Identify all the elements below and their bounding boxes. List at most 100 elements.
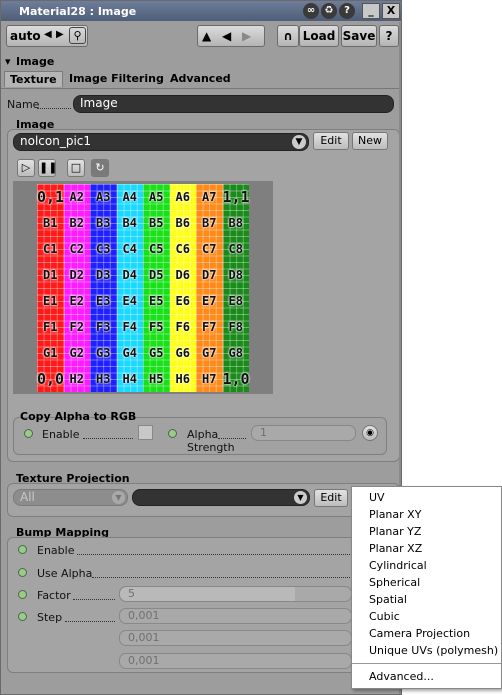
section-expand-icon[interactable]: ▾ (5, 55, 11, 68)
tab-image-filtering[interactable]: Image Filtering (69, 72, 164, 85)
step-slider-1[interactable]: 0,001 (119, 608, 352, 624)
pause-icon[interactable]: ❚❚ (38, 159, 57, 177)
connect-icon[interactable]: ◉ (362, 425, 378, 441)
texture-cell: E1 (37, 288, 64, 314)
menu-item-unique-uvs[interactable]: Unique UVs (polymesh) (369, 644, 498, 657)
dotted-leader (218, 438, 246, 439)
factor-indicator[interactable] (18, 590, 27, 599)
menu-item-camera-projection[interactable]: Camera Projection (369, 627, 470, 640)
image-new-button[interactable]: New (352, 132, 388, 150)
help-icon[interactable]: ? (379, 25, 399, 47)
texture-cell: C7 (196, 236, 223, 262)
menu-item-cubic[interactable]: Cubic (369, 610, 400, 623)
menu-item-uv[interactable]: UV (369, 491, 385, 504)
image-select-value: nolcon_pic1 (20, 134, 92, 148)
tab-advanced[interactable]: Advanced (170, 72, 231, 85)
auto-button[interactable]: auto (10, 29, 41, 43)
enable-indicator[interactable] (24, 429, 33, 438)
texture-cell: G8 (222, 340, 249, 366)
texture-cell: B8 (222, 210, 249, 236)
dotted-leader (77, 554, 352, 555)
texture-cell: E4 (116, 288, 143, 314)
texture-cell: A7 (196, 184, 223, 210)
recycle-icon[interactable]: ♻ (321, 3, 337, 19)
texture-cell: G7 (196, 340, 223, 366)
texture-cell: A3 (90, 184, 117, 210)
previous-arrow-icon[interactable]: ◀ (44, 29, 52, 40)
name-field[interactable]: Image (73, 95, 394, 113)
factor-label: Factor (37, 589, 71, 602)
dropdown-arrow-icon[interactable]: ▼ (292, 135, 306, 149)
texture-cell: E6 (169, 288, 196, 314)
play-icon[interactable]: ▷ (17, 159, 35, 177)
menu-item-spatial[interactable]: Spatial (369, 593, 407, 606)
texture-cell: C4 (116, 236, 143, 262)
texture-cell: D7 (196, 262, 223, 288)
use-alpha-indicator[interactable] (18, 568, 27, 577)
dotted-leader (37, 108, 71, 109)
factor-slider[interactable]: 5 (119, 586, 352, 602)
forward-arrow-icon[interactable]: ▶ (242, 29, 251, 43)
window-title: Material28 : Image (19, 5, 137, 18)
texture-cell: G3 (90, 340, 117, 366)
texture-cell: F5 (143, 314, 170, 340)
title-bar: Material28 : Image ∞ ♻ ? _ X (1, 1, 401, 21)
menu-item-planar-yz[interactable]: Planar YZ (369, 525, 421, 538)
texture-cell: B4 (116, 210, 143, 236)
bump-enable-indicator[interactable] (18, 545, 27, 554)
use-alpha-label: Use Alpha (37, 567, 93, 580)
menu-item-planar-xy[interactable]: Planar XY (369, 508, 421, 521)
dropdown-arrow-icon[interactable]: ▼ (112, 491, 125, 504)
texture-cell: G1 (37, 340, 64, 366)
texture-cell: H5 (143, 366, 170, 392)
back-arrow-icon[interactable]: ◀ (222, 29, 231, 43)
texture-cell: A5 (143, 184, 170, 210)
strength-slider[interactable]: 1 (251, 425, 356, 441)
dotted-leader (65, 621, 115, 622)
texture-cell: B1 (37, 210, 64, 236)
stop-icon[interactable]: □ (67, 159, 85, 177)
lock-icon[interactable]: ∩ (277, 25, 299, 47)
texture-cell: F4 (116, 314, 143, 340)
minimize-icon[interactable]: _ (362, 3, 380, 19)
texture-cell: 0,0 (37, 366, 64, 392)
step-indicator[interactable] (18, 612, 27, 621)
next-arrow-icon[interactable]: ▶ (56, 29, 64, 40)
texture-cell: C5 (143, 236, 170, 262)
texture-cell: A2 (63, 184, 90, 210)
menu-item-advanced[interactable]: Advanced... (369, 670, 434, 683)
alpha-strength-indicator[interactable] (168, 429, 177, 438)
factor-value: 5 (128, 587, 135, 600)
refresh-icon[interactable]: ↻ (91, 159, 109, 177)
texture-cell: D5 (143, 262, 170, 288)
dropdown-arrow-icon[interactable]: ▼ (294, 491, 307, 504)
texture-cell: G6 (169, 340, 196, 366)
up-arrow-icon[interactable]: ▲ (202, 29, 211, 43)
help-circle-icon[interactable]: ? (339, 3, 355, 19)
step-label: Step (37, 611, 63, 624)
save-button[interactable]: Save (341, 25, 377, 47)
step-value-3: 0,001 (128, 654, 160, 667)
search-icon[interactable]: ⚲ (69, 27, 86, 44)
enable-checkbox[interactable] (138, 425, 153, 440)
factor-slider-fill (120, 587, 295, 601)
close-icon[interactable]: X (382, 3, 400, 19)
bump-enable-label: Enable (37, 544, 75, 557)
menu-item-cylindrical[interactable]: Cylindrical (369, 559, 427, 572)
load-button[interactable]: Load (299, 25, 339, 47)
tab-texture[interactable]: Texture (4, 71, 63, 87)
step-slider-3[interactable]: 0,001 (119, 653, 352, 669)
projection-select[interactable]: ▼ (132, 489, 310, 506)
menu-item-spherical[interactable]: Spherical (369, 576, 420, 589)
menu-item-planar-xz[interactable]: Planar XZ (369, 542, 422, 555)
texture-cell: F2 (63, 314, 90, 340)
texture-cell: D3 (90, 262, 117, 288)
step-slider-2[interactable]: 0,001 (119, 630, 352, 646)
image-select[interactable]: nolcon_pic1 ▼ (13, 133, 309, 151)
projection-edit-button[interactable]: Edit (314, 489, 348, 507)
uv-set-select[interactable]: All ▼ (13, 489, 128, 506)
glasses-icon[interactable]: ∞ (303, 3, 319, 19)
image-edit-button[interactable]: Edit (313, 132, 349, 150)
menu-separator (352, 663, 501, 664)
texture-cell: 0,1 (37, 184, 64, 210)
